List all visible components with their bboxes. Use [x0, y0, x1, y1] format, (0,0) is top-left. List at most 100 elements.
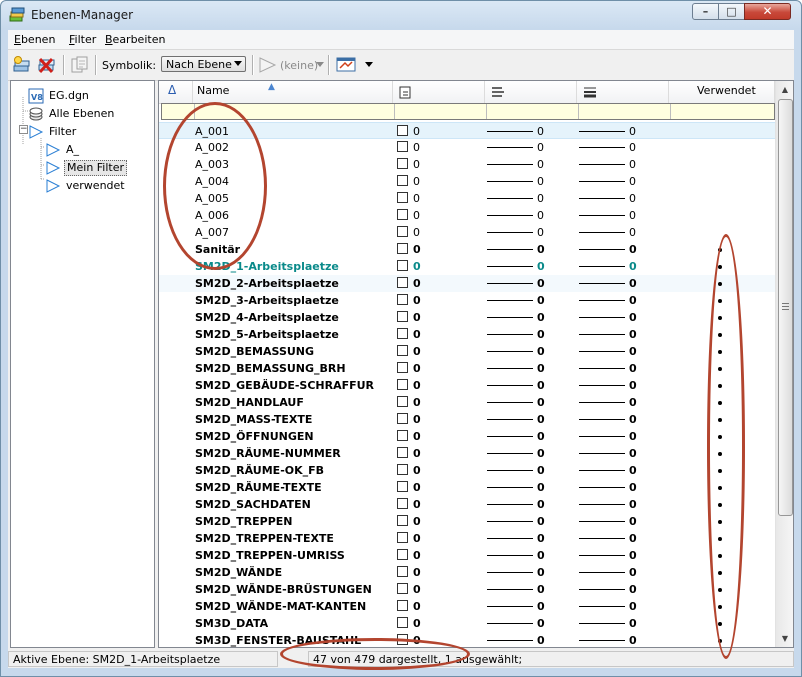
display-checkbox[interactable]	[397, 600, 408, 611]
table-row[interactable]: Sanitär 0 0 0	[159, 241, 775, 258]
display-checkbox[interactable]	[397, 192, 408, 203]
display-checkbox[interactable]	[397, 243, 408, 254]
table-row[interactable]: SM2D_BEMASSUNG_BRH 0 0 0	[159, 360, 775, 377]
chevron-down-icon[interactable]	[365, 62, 373, 67]
table-row[interactable]: A_006 0 0 0	[159, 207, 775, 224]
table-row[interactable]: SM2D_4-Arbeitsplaetze 0 0 0	[159, 309, 775, 326]
display-settings-icon[interactable]	[335, 55, 357, 75]
display-value: 0	[413, 209, 420, 222]
table-row[interactable]: SM2D_BEMASSUNG 0 0 0	[159, 343, 775, 360]
table-row[interactable]: A_005 0 0 0	[159, 190, 775, 207]
table-row[interactable]: SM2D_TREPPEN-TEXTE 0 0 0	[159, 530, 775, 547]
display-checkbox[interactable]	[397, 549, 408, 560]
table-row[interactable]: SM2D_WÄNDE-BRÜSTUNGEN 0 0 0	[159, 581, 775, 598]
table-row[interactable]: SM2D_RÄUME-NUMMER 0 0 0	[159, 445, 775, 462]
display-checkbox[interactable]	[397, 209, 408, 220]
layer-properties-icon[interactable]	[68, 55, 90, 75]
scroll-up-icon[interactable]: ▲	[776, 81, 793, 98]
minimize-button[interactable]: –	[692, 3, 719, 20]
table-row[interactable]: A_004 0 0 0	[159, 173, 775, 190]
display-checkbox[interactable]	[397, 362, 408, 373]
line-style-swatch	[487, 266, 533, 267]
table-row[interactable]: SM3D_FENSTER-BAUSTAHL 0 0 0	[159, 632, 775, 647]
header-weight-column[interactable]	[577, 81, 669, 103]
table-row[interactable]: SM2D_WÄNDE-MAT-KANTEN 0 0 0	[159, 598, 775, 615]
display-checkbox[interactable]	[397, 125, 408, 136]
display-checkbox[interactable]	[397, 532, 408, 543]
table-row[interactable]: SM2D_GEBÄUDE-SCHRAFFUR 0 0 0	[159, 377, 775, 394]
table-row[interactable]: SM2D_RÄUME-OK_FB 0 0 0	[159, 462, 775, 479]
header-active-column[interactable]: Δ	[159, 81, 193, 103]
table-row[interactable]: SM2D_WÄNDE 0 0 0	[159, 564, 775, 581]
header-name-column[interactable]: Name ▲	[193, 81, 393, 103]
display-checkbox[interactable]	[397, 566, 408, 577]
maximize-button[interactable]: □	[718, 3, 745, 20]
delete-layer-icon[interactable]	[36, 55, 58, 75]
display-checkbox[interactable]	[397, 294, 408, 305]
header-display-column[interactable]	[393, 81, 485, 103]
display-checkbox[interactable]	[397, 379, 408, 390]
table-row[interactable]: A_001 0 0 0	[159, 122, 775, 139]
display-checkbox[interactable]	[397, 226, 408, 237]
vertical-scrollbar[interactable]: ▲ ▼	[775, 81, 793, 647]
table-row[interactable]: SM2D_ÖFFNUNGEN 0 0 0	[159, 428, 775, 445]
display-checkbox[interactable]	[397, 430, 408, 441]
close-button[interactable]: ✕	[744, 3, 791, 20]
new-layer-icon[interactable]	[12, 55, 34, 75]
display-checkbox[interactable]	[397, 464, 408, 475]
table-row[interactable]: SM2D_3-Arbeitsplaetze 0 0 0	[159, 292, 775, 309]
display-checkbox[interactable]	[397, 396, 408, 407]
chevron-down-icon[interactable]	[316, 62, 324, 67]
title-bar[interactable]: Ebenen-Manager – □ ✕	[1, 1, 801, 29]
filter-dropdown-value[interactable]: (keine)	[280, 59, 318, 72]
display-checkbox[interactable]	[397, 447, 408, 458]
filter-input-row[interactable]	[161, 103, 775, 120]
filter-funnel-icon[interactable]	[257, 55, 279, 75]
table-row[interactable]: SM2D_1-Arbeitsplaetze 0 0 0	[159, 258, 775, 275]
table-row[interactable]: SM2D_RÄUME-TEXTE 0 0 0	[159, 479, 775, 496]
menu-ebenen[interactable]: Ebenen	[14, 33, 55, 46]
layer-name: A_006	[195, 209, 230, 222]
table-row[interactable]: A_002 0 0 0	[159, 139, 775, 156]
table-row[interactable]: SM3D_DATA 0 0 0	[159, 615, 775, 632]
menu-filter[interactable]: Filter	[69, 33, 96, 46]
display-checkbox[interactable]	[397, 413, 408, 424]
header-verwendet-column[interactable]: Verwendet	[669, 81, 775, 103]
table-row[interactable]: SM2D_HANDLAUF 0 0 0	[159, 394, 775, 411]
scroll-down-icon[interactable]: ▼	[776, 630, 793, 647]
table-row[interactable]: SM2D_5-Arbeitsplaetze 0 0 0	[159, 326, 775, 343]
display-checkbox[interactable]	[397, 498, 408, 509]
table-row[interactable]: SM2D_MASS-TEXTE 0 0 0	[159, 411, 775, 428]
table-row[interactable]: SM2D_TREPPEN-UMRISS 0 0 0	[159, 547, 775, 564]
table-row[interactable]: A_003 0 0 0	[159, 156, 775, 173]
table-row[interactable]: SM2D_TREPPEN 0 0 0	[159, 513, 775, 530]
table-row[interactable]: SM2D_SACHDATEN 0 0 0	[159, 496, 775, 513]
line-style-value: 0	[537, 617, 545, 630]
line-weight-swatch	[579, 555, 625, 556]
display-checkbox[interactable]	[397, 175, 408, 186]
scroll-thumb[interactable]	[778, 99, 793, 516]
display-checkbox[interactable]	[397, 345, 408, 356]
display-checkbox[interactable]	[397, 515, 408, 526]
display-checkbox[interactable]	[397, 328, 408, 339]
display-checkbox[interactable]	[397, 277, 408, 288]
svg-text:V8: V8	[31, 93, 43, 102]
line-style-swatch	[487, 504, 533, 505]
display-checkbox[interactable]	[397, 260, 408, 271]
filter-funnel-icon	[46, 161, 61, 175]
tree-item-label: Mein Filter	[64, 160, 128, 176]
display-checkbox[interactable]	[397, 141, 408, 152]
display-checkbox[interactable]	[397, 617, 408, 628]
used-indicator-icon	[718, 588, 722, 592]
display-checkbox[interactable]	[397, 634, 408, 645]
collapse-toggle[interactable]: −	[19, 125, 28, 134]
header-color-column[interactable]	[485, 81, 577, 103]
table-row[interactable]: SM2D_2-Arbeitsplaetze 0 0 0	[159, 275, 775, 292]
display-checkbox[interactable]	[397, 481, 408, 492]
display-checkbox[interactable]	[397, 583, 408, 594]
display-checkbox[interactable]	[397, 311, 408, 322]
symbolik-dropdown[interactable]: Nach Ebene	[161, 56, 246, 72]
menu-bearbeiten[interactable]: Bearbeiten	[105, 33, 165, 46]
table-row[interactable]: A_007 0 0 0	[159, 224, 775, 241]
display-checkbox[interactable]	[397, 158, 408, 169]
